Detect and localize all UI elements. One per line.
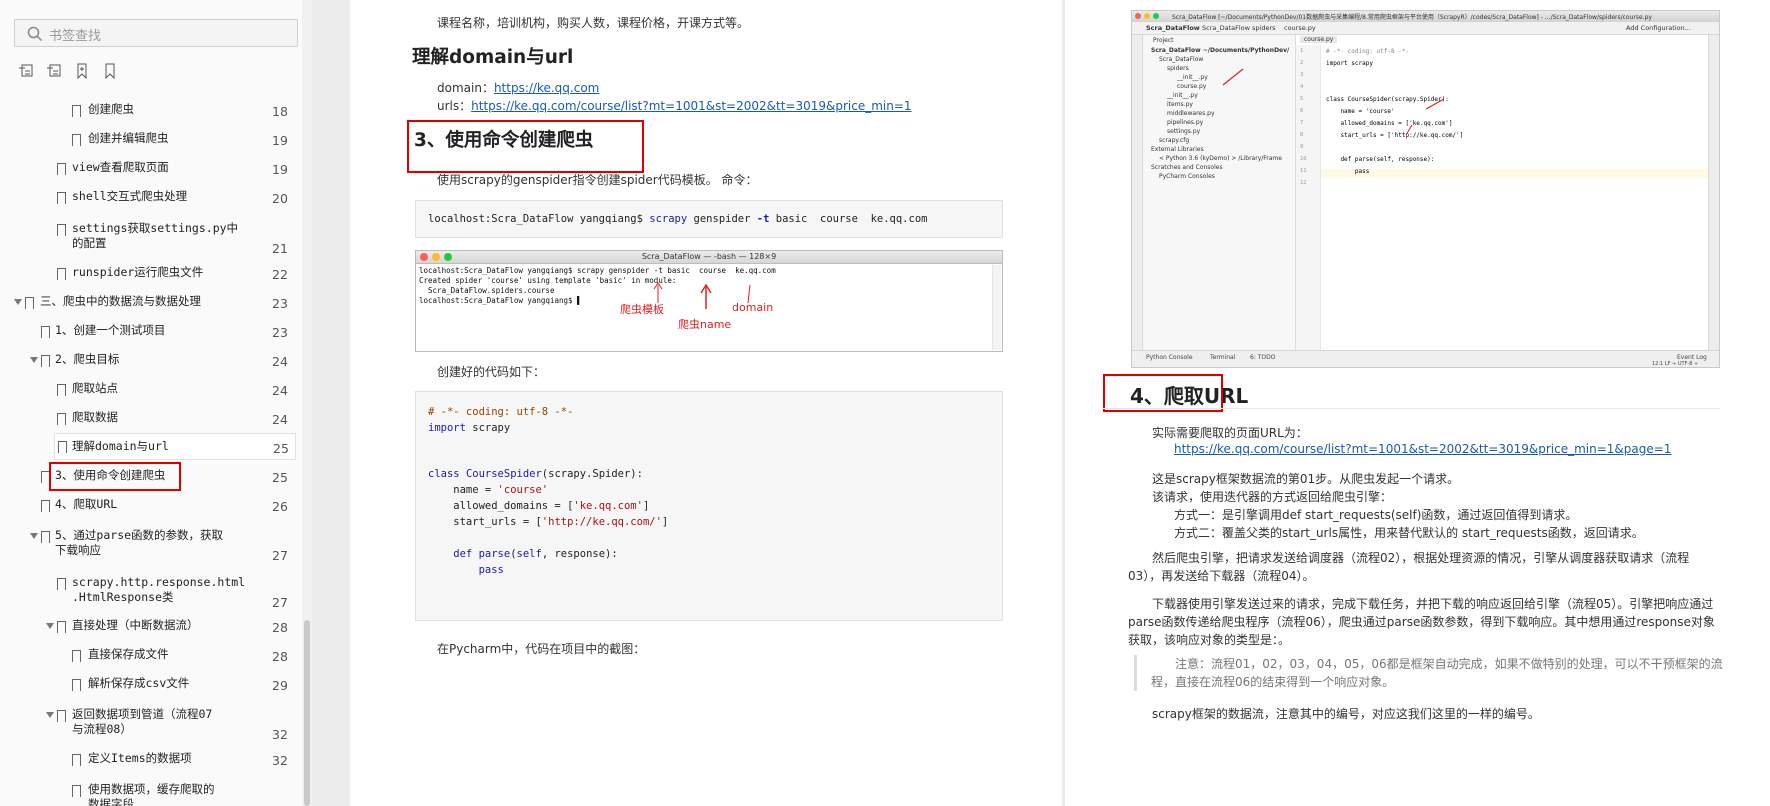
ide-right-toolstrip	[1708, 35, 1719, 353]
bookmark-tree: 创建爬虫 18 创建并编辑爬虫 19 view查看爬取页面 19 shell交互…	[0, 92, 302, 806]
annotation-arrow	[1405, 98, 1445, 136]
bookmark-icon	[58, 441, 67, 456]
current-line-highlight	[1321, 169, 1708, 178]
terminal-screenshot: Scra_DataFlow — -bash — 128×9 localhost:…	[415, 250, 1003, 352]
editor-gutter	[1296, 45, 1321, 353]
expand-toggle-icon[interactable]	[30, 533, 38, 539]
bookmark-icon	[41, 500, 50, 515]
urls-line: urls：https://ke.qq.com/course/list?mt=10…	[437, 99, 912, 113]
bookmark-icon	[57, 621, 66, 636]
red-highlight-box	[49, 462, 181, 491]
annotation-arrows	[653, 282, 751, 309]
annotation-template: 爬虫模板	[620, 303, 664, 316]
heading-domain-url: 理解domain与url	[412, 47, 574, 68]
domain-line: domain：https://ke.qq.com	[437, 81, 600, 95]
downloader-paragraph: 下载器使用引擎发送过来的请求，完成下载任务，并把下载的响应返回给引擎（流程05）…	[1128, 597, 1715, 647]
target-url-link[interactable]: https://ke.qq.com/course/list?mt=1001&st…	[1174, 442, 1671, 456]
ide-bottom-bar: Python Console Terminal 6: TODO Event Lo…	[1132, 350, 1719, 367]
pycharm-intro: 在Pycharm中，代码在项目中的截图：	[437, 642, 646, 656]
bookmark-icon	[57, 384, 66, 399]
ide-titlebar: Scra_DataFlow [~/Documents/PythonDev/01数…	[1132, 11, 1719, 22]
bookmark-search-box[interactable]: 书签查找	[14, 19, 298, 47]
domain-link[interactable]: https://ke.qq.com	[494, 81, 599, 95]
intro-text: 课程名称，培训机构，购买人数，课程价格，开课方式等。	[437, 16, 750, 30]
code-intro: 创建好的代码如下：	[437, 365, 546, 379]
search-placeholder: 书签查找	[49, 29, 102, 44]
bookmark-icon	[72, 105, 81, 120]
expand-all-icon[interactable]	[18, 63, 34, 79]
red-highlight-box	[407, 120, 644, 173]
scrollbar-thumb[interactable]	[304, 620, 310, 806]
cmd-description: 使用scrapy的genspider指令创建spider代码模板。 命令：	[437, 173, 758, 187]
search-icon	[27, 26, 43, 42]
note-blockquote: 注意：流程01，02，03，04，05，06都是框架自动完成，如果不做特别的处理…	[1134, 655, 1736, 691]
annotation-name: 爬虫name	[678, 318, 732, 331]
pycharm-screenshot: Scra_DataFlow [~/Documents/PythonDev/01数…	[1131, 10, 1720, 368]
bookmark-icon	[57, 268, 66, 283]
bookmark-sidebar: 书签查找 创建爬虫 18 创建并编辑爬虫 19 view查看爬取页面 19 sh…	[0, 0, 312, 806]
bookmark-icon	[57, 578, 66, 593]
method-one: 方式一：是引擎调用def start_requests(self)函数，通过返回…	[1174, 508, 1578, 522]
add-bookmark-icon[interactable]	[74, 63, 90, 80]
expand-toggle-icon[interactable]	[30, 357, 38, 363]
sidebar-scrollbar[interactable]	[302, 0, 312, 806]
method-two: 方式二：覆盖父类的start_urls属性，用来替代默认的 start_requ…	[1174, 526, 1644, 540]
annotation-domain: domain	[732, 301, 774, 314]
close-icon	[1135, 13, 1141, 19]
step-text: 该请求，使用迭代器的方式返回给爬虫引擎：	[1152, 490, 1393, 504]
python-code-block: # -*- coding: utf-8 -*- import scrapy cl…	[415, 391, 1003, 621]
heading-divider	[1103, 408, 1720, 409]
bookmark-icon	[57, 163, 66, 178]
minimize-icon	[1144, 13, 1150, 19]
bookmark-icon	[72, 650, 81, 665]
bookmark-icon	[72, 134, 81, 149]
bookmark-icon	[72, 785, 81, 800]
ide-navbar: Scra_DataFlow Scra_DataFlow spiders cour…	[1132, 22, 1719, 35]
bookmark-icon	[41, 355, 50, 370]
ide-editor: course.py 1 2 3 4 5 6 7 8 9 10 11 12 # -…	[1296, 35, 1708, 353]
bookmark-icon	[25, 297, 34, 312]
bookmark-icon	[41, 531, 50, 546]
url-intro: 实际需要爬取的页面URL为：	[1152, 426, 1308, 440]
step-text: 这是scrapy框架数据流的第01步。从爬虫发起一个请求。	[1152, 472, 1460, 486]
zoom-icon	[1153, 13, 1159, 19]
ide-left-toolstrip	[1132, 35, 1143, 353]
bookmark-icon	[57, 192, 66, 207]
bookmark-icon[interactable]	[102, 63, 118, 80]
expand-toggle-icon[interactable]	[46, 712, 54, 718]
expand-toggle-icon[interactable]	[14, 299, 22, 305]
annotation-arrow	[1222, 68, 1244, 86]
collapse-all-icon[interactable]	[46, 63, 62, 79]
bookmark-icon	[72, 679, 81, 694]
command-code-block: localhost:Scra_DataFlow yangqiang$ scrap…	[415, 200, 1003, 238]
toc-item-selected[interactable]: 理解domain与url 25	[54, 433, 296, 460]
bookmark-icon	[41, 326, 50, 341]
expand-toggle-icon[interactable]	[46, 623, 54, 629]
engine-paragraph: 然后爬虫引擎，把请求发送给调度器（流程02），根据处理资源的情况，引擎从调度器获…	[1128, 551, 1690, 583]
dataflow-text: scrapy框架的数据流，注意其中的编号，对应这我们这里的一样的编号。	[1152, 707, 1540, 721]
ide-project-panel: Project Scra_DataFlow ~/Documents/Python…	[1143, 35, 1296, 353]
bookmark-icon	[57, 710, 66, 725]
red-highlight-box	[1103, 374, 1223, 412]
urls-link[interactable]: https://ke.qq.com/course/list?mt=1001&st…	[471, 99, 911, 113]
bookmark-icon	[57, 224, 66, 239]
bookmark-icon	[57, 413, 66, 428]
bookmark-icon	[72, 754, 81, 769]
